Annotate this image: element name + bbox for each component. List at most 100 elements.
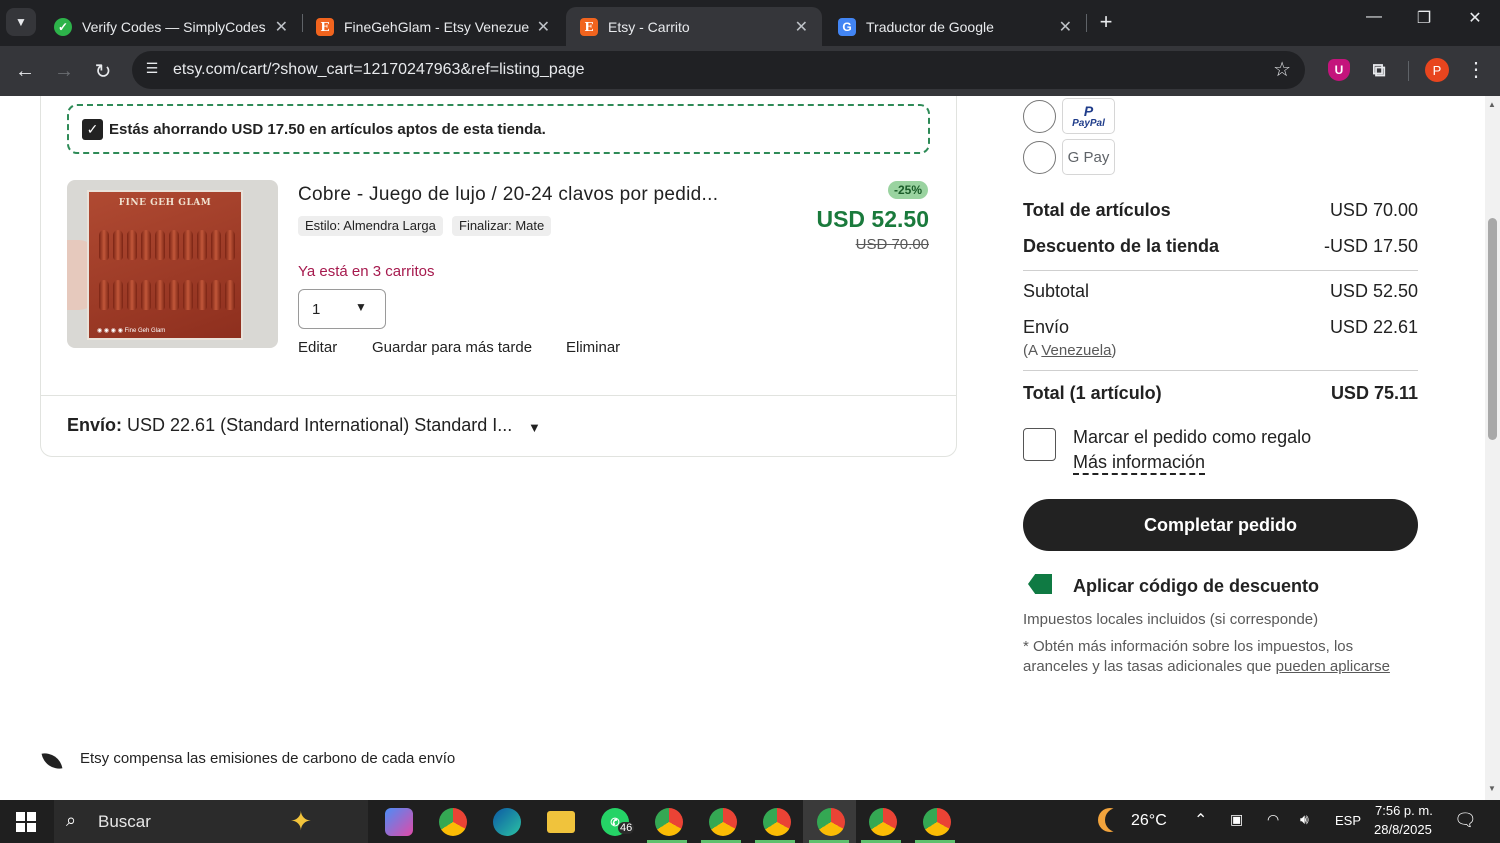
chrome-profile-c2-icon[interactable]	[709, 808, 737, 836]
input-language[interactable]: ESP	[1335, 813, 1361, 828]
caret-down-icon: ▼	[355, 300, 367, 314]
extensions-puzzle-icon[interactable]: ⧉	[1368, 59, 1390, 81]
gift-checkbox[interactable]	[1023, 428, 1056, 461]
notifications-icon[interactable]: 🗨︎	[1454, 810, 1477, 831]
restore-icon[interactable]: ❐	[1409, 8, 1439, 28]
close-icon[interactable]: ✕	[1059, 17, 1072, 37]
image-brand-logo: FINE GEH GLAM	[118, 198, 212, 208]
tax-info-link[interactable]: pueden aplicarse	[1276, 658, 1390, 675]
toolbar-divider	[1408, 61, 1409, 81]
summary-label: Envío	[1023, 317, 1070, 337]
scroll-up-icon[interactable]: ▲	[1488, 100, 1496, 109]
profile-avatar[interactable]: P	[1425, 58, 1449, 82]
copilot-sparkle-icon[interactable]: ✦	[290, 806, 312, 837]
window-close-icon[interactable]: ✕	[1460, 8, 1490, 28]
tab-title: Verify Codes — SimplyCodes	[82, 18, 266, 35]
shipping-option-select[interactable]: Envío: USD 22.61 (Standard International…	[67, 415, 512, 436]
scroll-down-icon[interactable]: ▼	[1488, 784, 1496, 793]
file-explorer-icon[interactable]	[547, 811, 575, 833]
weather-moon-icon[interactable]	[1105, 808, 1129, 832]
destination-prefix: (A	[1023, 342, 1042, 359]
caret-down-icon[interactable]: ▼	[528, 420, 541, 435]
volume-icon[interactable]: 🔊︎	[1300, 811, 1309, 828]
checkmark-icon: ✓	[82, 119, 103, 140]
googlepay-logo[interactable]: G Pay	[1062, 139, 1115, 175]
chrome-profile-g-icon[interactable]	[763, 808, 791, 836]
summary-value: USD 75.11	[1330, 383, 1418, 403]
destination-country-link[interactable]: Venezuela	[1041, 342, 1111, 359]
cart-page: ✓ Estás ahorrando USD 17.50 en artículos…	[0, 96, 1485, 800]
savings-notice: ✓ Estás ahorrando USD 17.50 en artículos…	[67, 104, 930, 154]
paypal-label: PayPal	[1072, 117, 1105, 129]
gift-more-info-link[interactable]: Más información	[1073, 451, 1206, 475]
summary-label: Total de artículos	[1023, 200, 1171, 220]
scrollbar-thumb[interactable]	[1488, 218, 1497, 440]
summary-shipping: Envío USD 22.61	[1023, 317, 1418, 338]
save-for-later-button[interactable]: Guardar para más tarde	[372, 339, 532, 356]
tab-google-translate[interactable]: G Traductor de Google ✕	[824, 7, 1086, 46]
new-tab-button[interactable]: +	[1093, 9, 1119, 35]
googlepay-radio[interactable]	[1023, 141, 1056, 174]
leaf-icon	[41, 750, 63, 772]
tab-finegehglam[interactable]: E FineGehGlam - Etsy Venezuela ✕	[302, 7, 564, 46]
tab-simplycodes[interactable]: ✓ Verify Codes — SimplyCodes ✕	[40, 7, 302, 46]
edge-app-icon[interactable]	[493, 808, 521, 836]
page-scrollbar[interactable]: ▲ ▼	[1485, 96, 1500, 800]
site-info-icon[interactable]: ☰	[142, 60, 162, 80]
chrome-profile-other-icon[interactable]	[869, 808, 897, 836]
paypal-logo[interactable]: P PayPal	[1062, 98, 1115, 134]
divider	[1023, 270, 1418, 271]
carbon-notice: Etsy compensa las emisiones de carbono d…	[80, 750, 456, 767]
chrome-profile-s-icon[interactable]	[923, 808, 951, 836]
summary-shop-discount: Descuento de la tienda -USD 17.50	[1023, 236, 1418, 257]
back-icon[interactable]: ←	[12, 58, 38, 84]
quantity-select[interactable]: 1 ▼	[298, 289, 386, 329]
clock-date[interactable]: 28/8/2025	[1374, 822, 1432, 837]
product-image[interactable]: FINE GEH GLAM ◉ ◉ ◉ ◉ Fine Geh Glam	[67, 180, 278, 348]
wifi-icon[interactable]: ◠	[1267, 811, 1279, 828]
chrome-profile-p-icon[interactable]	[817, 808, 845, 836]
windows-start-icon[interactable]	[16, 812, 36, 832]
tray-overflow-icon[interactable]: ⌃	[1194, 810, 1207, 830]
apply-coupon-button[interactable]: Aplicar código de descuento	[1073, 576, 1319, 597]
url-text[interactable]: etsy.com/cart/?show_cart=12170247963&ref…	[173, 61, 585, 79]
summary-value: USD 22.61	[1329, 317, 1418, 337]
bookmark-star-icon[interactable]: ☆	[1273, 57, 1291, 82]
shipping-value: USD 22.61 (Standard International) Stand…	[127, 415, 513, 435]
coupon-tag-icon	[1028, 574, 1052, 594]
taskbar-search[interactable]: ⌕ Buscar ✦	[54, 800, 368, 843]
tab-search-menu-button[interactable]: ▼	[6, 8, 36, 36]
forward-icon[interactable]: →	[51, 58, 77, 84]
summary-label: Descuento de la tienda	[1023, 236, 1220, 256]
whatsapp-unread-badge: 46	[618, 822, 635, 834]
savings-text: Estás ahorrando USD 17.50 en artículos a…	[109, 121, 546, 138]
minimize-icon[interactable]: —	[1359, 8, 1389, 26]
close-icon[interactable]: ✕	[795, 17, 808, 37]
item-original-price: USD 70.00	[855, 236, 929, 253]
edit-button[interactable]: Editar	[298, 339, 337, 356]
tab-etsy-cart[interactable]: E Etsy - Carrito ✕	[566, 7, 822, 46]
chrome-app-icon[interactable]	[439, 808, 467, 836]
address-bar[interactable]: ☰ etsy.com/cart/?show_cart=12170247963&r…	[132, 51, 1305, 89]
tab-title: FineGehGlam - Etsy Venezuela	[344, 18, 529, 35]
complete-order-button[interactable]: Completar pedido	[1023, 499, 1418, 551]
remove-button[interactable]: Eliminar	[566, 339, 620, 356]
summary-items-total: Total de artículos USD 70.00	[1023, 200, 1418, 221]
divider	[41, 395, 956, 396]
summary-value: -USD 17.50	[1323, 236, 1418, 256]
close-icon[interactable]: ✕	[275, 17, 288, 37]
clock-time[interactable]: 7:56 p. m.	[1375, 803, 1433, 818]
chrome-profile-c-icon[interactable]	[655, 808, 683, 836]
paypal-radio[interactable]	[1023, 100, 1056, 133]
meet-now-icon[interactable]: ▣	[1230, 811, 1243, 828]
product-title-link[interactable]: Cobre - Juego de lujo / 20-24 clavos por…	[298, 184, 718, 206]
discount-badge: -25%	[888, 181, 929, 199]
copilot-app-icon[interactable]	[385, 808, 413, 836]
weather-temperature[interactable]: 26°C	[1131, 812, 1167, 830]
more-menu-icon[interactable]: ⋮	[1466, 57, 1486, 82]
reload-icon[interactable]: ↻	[90, 58, 116, 84]
gift-label[interactable]: Marcar el pedido como regalo	[1073, 427, 1311, 448]
destination-suffix: )	[1111, 342, 1117, 359]
ublock-extension-icon[interactable]: U	[1328, 59, 1350, 81]
close-icon[interactable]: ✕	[537, 17, 550, 37]
